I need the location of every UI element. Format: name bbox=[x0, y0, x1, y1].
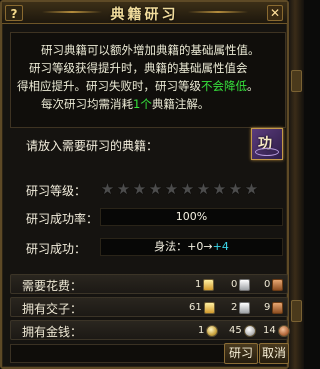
star-icon: ★ bbox=[132, 180, 147, 198]
book-slot[interactable]: 功 bbox=[251, 128, 283, 160]
copper-ingot-icon bbox=[272, 278, 284, 291]
success-rate-value: 100% bbox=[100, 208, 283, 226]
side-handle bbox=[291, 70, 302, 92]
description-line: 研习典籍可以额外增加典籍的基础属性值。 bbox=[41, 43, 260, 57]
cost-label: 拥有金钱： bbox=[22, 325, 83, 339]
side-handle bbox=[291, 300, 302, 322]
silver-cell: 0 bbox=[231, 277, 251, 292]
highlight-text: 不会降低 bbox=[201, 79, 247, 93]
study-window: ? 典籍研习 ✕ 研习典籍可以额外增加典籍的基础属性值。 研习等级获得提升时，典… bbox=[0, 0, 290, 369]
arrow-icon: → bbox=[203, 240, 213, 253]
cost-row-owned-money: 拥有金钱： 1 45 14 bbox=[10, 320, 290, 340]
star-icon: ★ bbox=[228, 180, 243, 198]
highlight-text: 1个 bbox=[133, 97, 152, 111]
success-rate-label: 研习成功率： bbox=[26, 212, 99, 226]
gold-ingot-icon bbox=[203, 278, 215, 291]
cost-label: 拥有交子： bbox=[22, 302, 83, 316]
star-icon: ★ bbox=[196, 180, 211, 198]
star-icon: ★ bbox=[116, 180, 131, 198]
window-title: 典籍研习 bbox=[110, 7, 179, 23]
book-prompt-label: 请放入需要研习的典籍： bbox=[26, 139, 159, 153]
gold-coin-icon bbox=[206, 324, 219, 337]
gold-cell: 1 bbox=[198, 323, 219, 338]
title-ornament-right bbox=[188, 11, 248, 13]
attribute-to: +4 bbox=[212, 240, 229, 253]
silver-cell: 2 bbox=[231, 300, 251, 315]
silver-ingot-icon bbox=[239, 301, 251, 314]
copper-cell: 0 bbox=[264, 277, 284, 292]
silver-ingot-icon bbox=[239, 278, 251, 291]
book-swirl-icon bbox=[255, 148, 279, 156]
gold-cell: 1 bbox=[195, 277, 215, 292]
cost-row-required: 需要花费： 1 0 0 bbox=[10, 274, 288, 294]
copper-ingot-icon bbox=[272, 301, 284, 314]
description-line: 研习等级获得提升时，典籍的基础属性值会 bbox=[29, 61, 248, 75]
star-icon: ★ bbox=[100, 180, 115, 198]
copper-coin-icon bbox=[277, 324, 290, 337]
level-stars: ★ ★ ★ ★ ★ ★ ★ ★ ★ ★ bbox=[100, 182, 259, 198]
success-result-label: 研习成功： bbox=[26, 242, 87, 256]
star-icon: ★ bbox=[212, 180, 227, 198]
description-line: 得相应提升。研习失败时，研习等级不会降低。 bbox=[17, 79, 259, 93]
description-line: 每次研习均需消耗1个典籍注解。 bbox=[41, 97, 210, 111]
cost-label: 需要花费： bbox=[22, 279, 83, 293]
copper-cell: 9 bbox=[264, 300, 284, 315]
cost-row-owned-ingots: 拥有交子： 61 2 9 bbox=[10, 297, 288, 317]
gold-ingot-icon bbox=[203, 301, 215, 314]
close-button[interactable]: ✕ bbox=[267, 5, 283, 21]
silver-coin-icon bbox=[243, 324, 256, 337]
study-button[interactable]: 研习 bbox=[224, 343, 258, 364]
star-icon: ★ bbox=[244, 180, 259, 198]
gold-cell: 61 bbox=[189, 300, 215, 315]
description-box: 研习典籍可以额外增加典籍的基础属性值。 研习等级获得提升时，典籍的基础属性值会 … bbox=[10, 32, 286, 128]
cancel-button[interactable]: 取消 bbox=[259, 343, 289, 364]
star-icon: ★ bbox=[148, 180, 163, 198]
level-label: 研习等级： bbox=[26, 184, 87, 198]
attribute-from: +0 bbox=[187, 240, 204, 253]
star-icon: ★ bbox=[180, 180, 195, 198]
copper-cell: 14 bbox=[263, 323, 290, 338]
star-icon: ★ bbox=[164, 180, 179, 198]
title-bar[interactable]: ? 典籍研习 ✕ bbox=[2, 2, 287, 24]
attribute-name: 身法： bbox=[154, 240, 188, 253]
attribute-change-box: 身法：+0→+4 bbox=[100, 238, 283, 256]
silver-cell: 45 bbox=[229, 323, 256, 338]
background-strip bbox=[289, 0, 304, 369]
